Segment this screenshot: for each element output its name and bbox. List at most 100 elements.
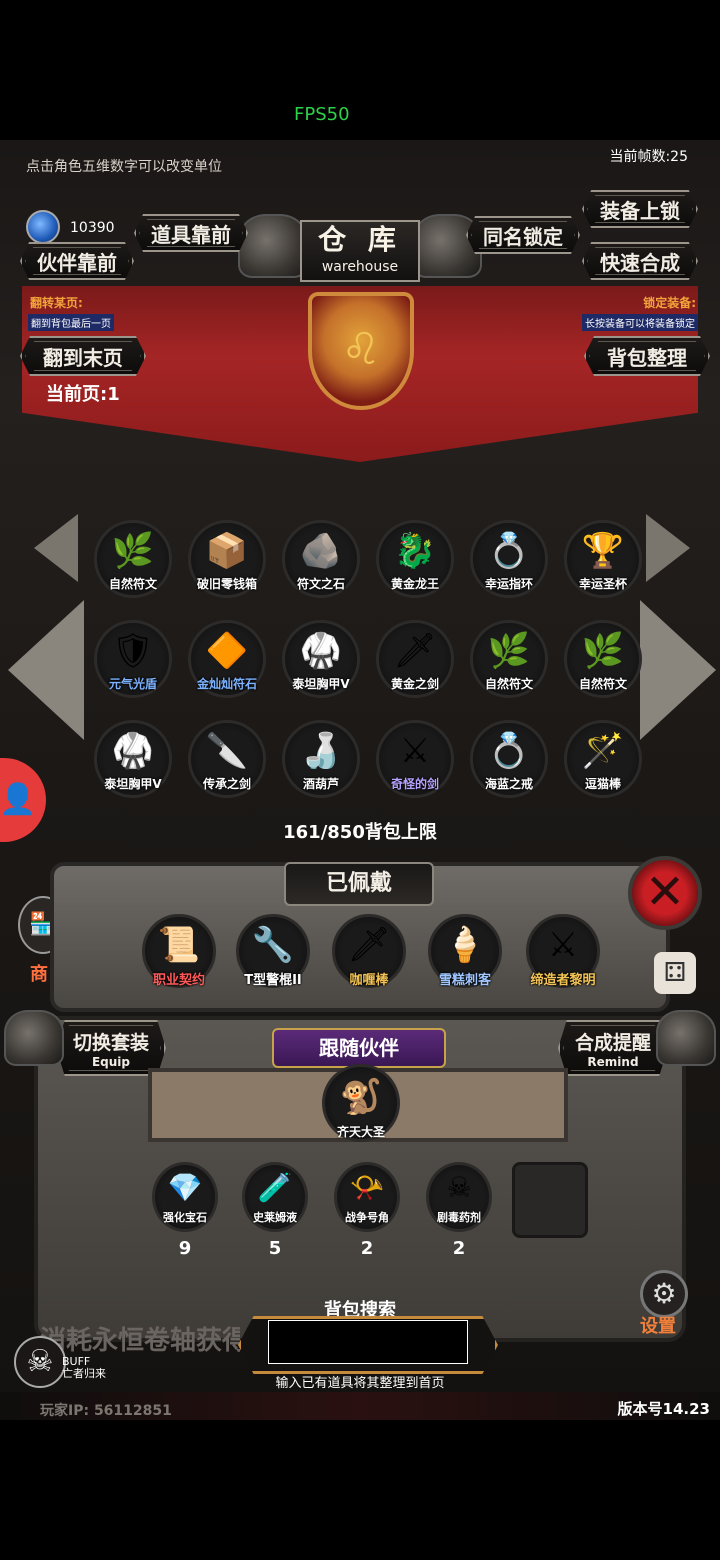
inventory-item[interactable]: 🔶 金灿灿符石 — [188, 620, 266, 698]
equipped-item-icon: 📜 — [157, 925, 201, 965]
item-icon: 💍 — [487, 731, 531, 771]
goto-last-page-button[interactable]: 翻到末页 — [20, 336, 146, 376]
inventory-item[interactable]: 🥋 泰坦胸甲V — [94, 720, 172, 798]
quick-merge-button[interactable]: 快速合成 — [582, 242, 698, 280]
consumable-icon: ☠ — [446, 1171, 472, 1204]
equipped-item[interactable]: 🍦 雪糕刺客 — [428, 914, 502, 988]
equipped-item-label: 咖喱棒 — [349, 973, 389, 988]
inventory-item[interactable]: 🏆 幸运圣杯 — [564, 520, 642, 598]
consumable-icon: 💎 — [167, 1171, 203, 1204]
equipped-item[interactable]: 📜 职业契约 — [142, 914, 216, 988]
next-page-small-arrow-icon[interactable] — [646, 514, 690, 582]
item-icon: 🥋 — [299, 631, 343, 671]
consumable-count: 5 — [268, 1238, 282, 1259]
inventory-item[interactable]: 🐉 黄金龙王 — [376, 520, 454, 598]
settings-label[interactable]: 设置 — [640, 1312, 676, 1338]
consumable-label: 剧毒药剂 — [437, 1211, 481, 1224]
inventory-item[interactable]: ⚔ 奇怪的剑 — [376, 720, 454, 798]
companion-title: 跟随伙伴 — [272, 1028, 446, 1068]
item-icon: 🔶 — [205, 631, 249, 671]
equipped-item-label: T型警棍II — [244, 973, 302, 988]
item-icon: 🏆 — [581, 531, 625, 571]
items-front-button[interactable]: 道具靠前 — [134, 214, 248, 252]
same-name-lock-button[interactable]: 同名锁定 — [466, 216, 580, 254]
title-cn: 仓 库 — [318, 223, 402, 256]
prev-page-arrow-icon[interactable] — [8, 600, 84, 740]
screen: FPS50 点击角色五维数字可以改变单位 当前帧数:25 ♌ 10390 仓 库… — [0, 0, 720, 1560]
equipped-item-label: 缔造者黎明 — [530, 973, 596, 988]
item-label: 元气光盾 — [108, 677, 157, 691]
lock-equip-label: 锁定装备: — [643, 296, 696, 310]
equipped-item-icon: 🔧 — [251, 925, 295, 965]
merge-remind-button[interactable]: 合成提醒 Remind — [558, 1020, 668, 1076]
item-label: 自然符文 — [578, 677, 627, 691]
item-label: 破旧零钱箱 — [196, 577, 257, 591]
item-icon: 📦 — [205, 531, 249, 571]
bag-sort-button[interactable]: 背包整理 — [584, 336, 710, 376]
dice-icon[interactable]: ⚃ — [654, 952, 696, 994]
top-hint: 点击角色五维数字可以改变单位 — [26, 159, 222, 175]
equip-lock-button[interactable]: 装备上锁 — [582, 190, 698, 228]
inventory-item[interactable]: 💍 海蓝之戒 — [470, 720, 548, 798]
flip-page-sub: 翻到背包最后一页 — [28, 314, 114, 331]
consumable-label: 战争号角 — [345, 1211, 389, 1224]
consumable-count: 2 — [452, 1238, 466, 1259]
inventory-item[interactable]: 📦 破旧零钱箱 — [188, 520, 266, 598]
item-icon: 🌿 — [111, 531, 155, 571]
item-icon: 🍶 — [299, 731, 343, 771]
next-page-arrow-icon[interactable] — [640, 600, 716, 740]
consumable-label: 史莱姆液 — [253, 1211, 297, 1224]
inventory-item[interactable]: 💍 幸运指环 — [470, 520, 548, 598]
bag-capacity: 161/850背包上限 — [283, 822, 437, 843]
gem-count: 10390 — [70, 220, 115, 236]
scroll-notice: 消耗永恒卷轴获得 — [40, 1326, 240, 1356]
consumable-item[interactable]: 💎 强化宝石 — [152, 1162, 218, 1232]
inventory-item[interactable]: 🔪 传承之剑 — [188, 720, 266, 798]
equipped-item[interactable]: 🗡 咖喱棒 — [332, 914, 406, 988]
empty-consumable-slot[interactable] — [512, 1162, 588, 1238]
companion-slot[interactable]: 🐒 齐天大圣 — [322, 1064, 400, 1142]
partner-front-button[interactable]: 伙伴靠前 — [20, 242, 134, 280]
item-label: 自然符文 — [108, 577, 157, 591]
helmet-blue-right-icon — [656, 1010, 716, 1066]
inventory-item[interactable]: 🌿 自然符文 — [564, 620, 642, 698]
consumable-icon: 📯 — [349, 1171, 385, 1204]
gem-icon — [26, 210, 60, 244]
buff-sub: 亡者归来 — [62, 1367, 106, 1380]
inventory-item[interactable]: 🪨 符文之石 — [282, 520, 360, 598]
equipped-item[interactable]: ⚔ 缔造者黎明 — [526, 914, 600, 988]
equipped-item[interactable]: 🔧 T型警棍II — [236, 914, 310, 988]
game-view: 点击角色五维数字可以改变单位 当前帧数:25 ♌ 10390 仓 库 wareh… — [0, 140, 720, 1420]
inventory-item[interactable]: 🛡 元气光盾 — [94, 620, 172, 698]
equipped-item-label: 职业契约 — [152, 973, 205, 988]
inventory-item[interactable]: 🪄 逗猫棒 — [564, 720, 642, 798]
companion-name: 齐天大圣 — [336, 1125, 385, 1139]
inventory-item[interactable]: 🌿 自然符文 — [94, 520, 172, 598]
item-icon: 🗡 — [393, 631, 437, 671]
equipped-item-icon: ⚔ — [547, 925, 579, 965]
current-page: 当前页:1 — [46, 384, 120, 405]
close-icon[interactable]: ✕ — [628, 856, 702, 930]
lion-shield-emblem: ♌ — [308, 292, 414, 410]
item-icon: ⚔ — [399, 731, 431, 771]
bag-search-input[interactable] — [268, 1320, 468, 1364]
settings-gear-icon[interactable]: ⚙ — [640, 1270, 688, 1318]
prev-page-small-arrow-icon[interactable] — [34, 514, 78, 582]
consumable-item[interactable]: ☠ 剧毒药剂 — [426, 1162, 492, 1232]
monkey-king-icon: 🐒 — [339, 1077, 383, 1117]
inventory-item[interactable]: 🌿 自然符文 — [470, 620, 548, 698]
skull-icon[interactable]: ☠ — [14, 1336, 66, 1388]
inventory-item[interactable]: 🗡 黄金之剑 — [376, 620, 454, 698]
item-icon: 🐉 — [393, 531, 437, 571]
item-label: 自然符文 — [484, 677, 533, 691]
inventory-item[interactable]: 🥋 泰坦胸甲V — [282, 620, 360, 698]
item-icon: 🌿 — [487, 631, 531, 671]
item-icon: 🛡 — [111, 631, 155, 671]
item-label: 泰坦胸甲V — [104, 777, 162, 791]
consumable-item[interactable]: 📯 战争号角 — [334, 1162, 400, 1232]
consumable-item[interactable]: 🧪 史莱姆液 — [242, 1162, 308, 1232]
equipped-item-icon: 🍦 — [443, 925, 487, 965]
item-label: 酒葫芦 — [302, 777, 339, 791]
item-icon: 💍 — [487, 531, 531, 571]
inventory-item[interactable]: 🍶 酒葫芦 — [282, 720, 360, 798]
